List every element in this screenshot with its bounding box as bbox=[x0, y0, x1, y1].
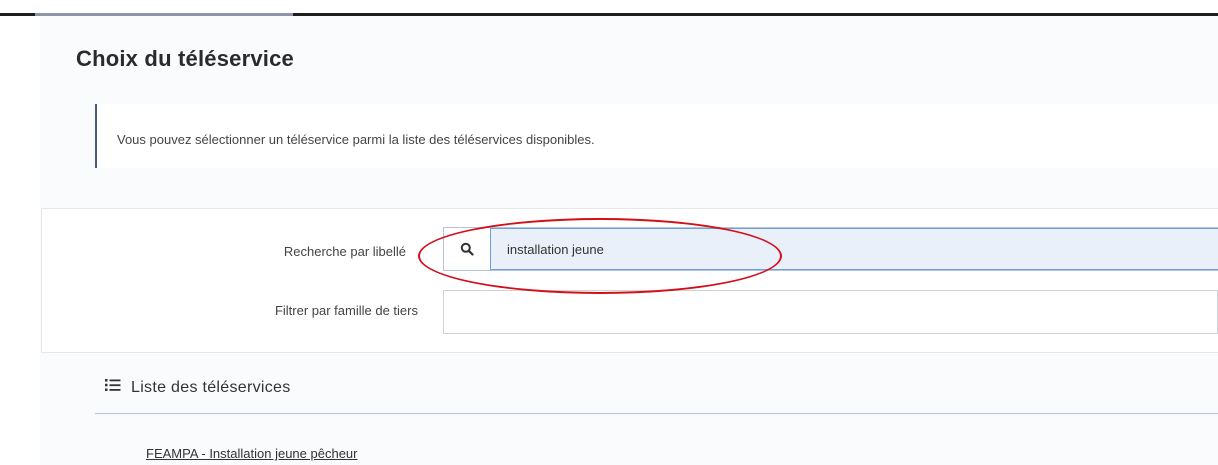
filter-select[interactable] bbox=[443, 290, 1218, 334]
search-input[interactable] bbox=[490, 228, 1218, 270]
list-title: Liste des téléservices bbox=[131, 378, 291, 396]
teleservice-link[interactable]: FEAMPA - Installation jeune pêcheur bbox=[146, 446, 358, 461]
search-input-group bbox=[443, 227, 1218, 271]
search-label: Recherche par libellé bbox=[283, 244, 406, 259]
list-icon bbox=[105, 378, 121, 397]
search-icon bbox=[444, 228, 490, 270]
info-text: Vous pouvez sélectionner un téléservice … bbox=[117, 132, 595, 147]
info-box: Vous pouvez sélectionner un téléservice … bbox=[95, 104, 1218, 168]
top-bar bbox=[0, 0, 1218, 16]
list-header: Liste des téléservices bbox=[105, 378, 291, 397]
list-divider bbox=[95, 413, 1218, 414]
page-title: Choix du téléservice bbox=[76, 46, 294, 71]
filter-label: Filtrer par famille de tiers bbox=[274, 303, 418, 318]
